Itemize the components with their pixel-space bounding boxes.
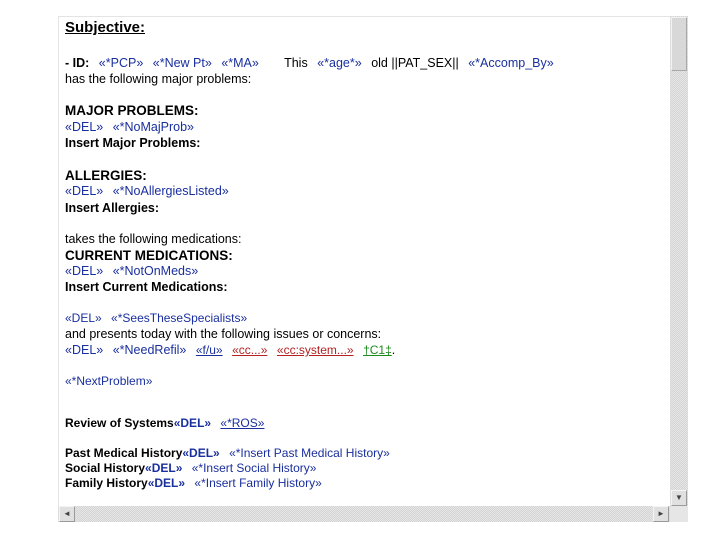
vertical-scrollbar[interactable]: ▼	[670, 16, 688, 506]
id-line: - ID: «*PCP» «*New Pt» «*MA» This «*age*…	[65, 56, 554, 71]
insert-allergies: Insert Allergies:	[65, 201, 160, 215]
fh-del-field[interactable]: «DEL»	[148, 476, 185, 490]
this-text: This	[284, 56, 308, 70]
horizontal-scrollbar[interactable]: ◄ ►	[58, 506, 670, 522]
not-on-meds-field[interactable]: «*NotOnMeds»	[113, 264, 198, 278]
social-history-label: Social History	[65, 461, 146, 475]
need-refil-field[interactable]: «*NeedRefil»	[113, 343, 187, 357]
arrow-left-icon: ◄	[63, 509, 71, 518]
specialists-del-field[interactable]: «DEL»	[65, 311, 102, 325]
scroll-right-button[interactable]: ►	[653, 506, 669, 522]
cc-system-field[interactable]: «cc:system...»	[277, 343, 354, 357]
medications-del-field[interactable]: «DEL»	[65, 264, 103, 278]
cc-field[interactable]: «cc...»	[232, 343, 267, 357]
major-problems-heading: MAJOR PROBLEMS:	[65, 103, 199, 118]
specialists-fields: «DEL» «*SeesTheseSpecialists»	[65, 311, 247, 326]
refill-trailing: .	[391, 343, 396, 357]
c1-field[interactable]: †C1‡	[363, 343, 392, 357]
scroll-down-button[interactable]: ▼	[671, 490, 687, 506]
insert-family-history-field[interactable]: «*Insert Family History»	[194, 476, 321, 490]
allergies-fields: «DEL» «*NoAllergiesListed»	[65, 184, 229, 199]
insert-current-medications: Insert Current Medications:	[65, 280, 228, 294]
medications-intro: takes the following medications:	[65, 232, 242, 246]
id-prefix: - ID:	[65, 56, 90, 70]
scroll-left-button[interactable]: ◄	[59, 506, 75, 522]
issues-intro: and presents today with the following is…	[65, 327, 382, 341]
pmh-del-field[interactable]: «DEL»	[182, 446, 219, 460]
scrollbar-corner	[670, 506, 688, 522]
arrow-right-icon: ►	[657, 509, 665, 518]
refill-del-field[interactable]: «DEL»	[65, 343, 103, 357]
current-medications-heading: CURRENT MEDICATIONS:	[65, 248, 233, 263]
new-pt-field[interactable]: «*New Pt»	[153, 56, 212, 70]
insert-past-medical-history-field[interactable]: «*Insert Past Medical History»	[229, 446, 390, 460]
vertical-scroll-thumb[interactable]	[671, 17, 687, 71]
current-medications-fields: «DEL» «*NotOnMeds»	[65, 264, 198, 279]
family-history-label: Family History	[65, 476, 148, 490]
review-of-systems-line: Review of Systems«DEL» «*ROS»	[65, 416, 264, 431]
ros-del-field[interactable]: «DEL»	[174, 416, 211, 430]
arrow-down-icon: ▼	[675, 493, 683, 502]
ros-field[interactable]: «*ROS»	[220, 416, 264, 430]
major-problems-fields: «DEL» «*NoMajProb»	[65, 120, 194, 135]
allergies-heading: ALLERGIES:	[65, 168, 147, 183]
sh-del-field[interactable]: «DEL»	[145, 461, 182, 475]
age-field[interactable]: «*age*»	[317, 56, 362, 70]
pcp-field[interactable]: «*PCP»	[99, 56, 143, 70]
old-sex-text: old ||PAT_SEX||	[371, 56, 459, 70]
next-problem-field[interactable]: «*NextProblem»	[65, 374, 152, 389]
document-editor[interactable]: Subjective: - ID: «*PCP» «*New Pt» «*MA»…	[58, 16, 671, 507]
insert-major-problems: Insert Major Problems:	[65, 136, 201, 150]
subjective-heading: Subjective:	[65, 19, 146, 36]
ma-field[interactable]: «*MA»	[221, 56, 259, 70]
no-maj-prob-field[interactable]: «*NoMajProb»	[113, 120, 194, 134]
sees-these-specialists-field[interactable]: «*SeesTheseSpecialists»	[111, 311, 247, 325]
accomp-by-field[interactable]: «*Accomp_By»	[468, 56, 553, 70]
fu-field[interactable]: «f/u»	[196, 343, 223, 357]
family-history-line: Family History«DEL» «*Insert Family Hist…	[65, 476, 322, 491]
allergies-del-field[interactable]: «DEL»	[65, 184, 103, 198]
refill-fields: «DEL» «*NeedRefil» «f/u» «cc...» «cc:sys…	[65, 343, 395, 358]
past-medical-history-line: Past Medical History«DEL» «*Insert Past …	[65, 446, 390, 461]
no-allergies-listed-field[interactable]: «*NoAllergiesListed»	[113, 184, 229, 198]
major-problems-del-field[interactable]: «DEL»	[65, 120, 103, 134]
past-medical-history-label: Past Medical History	[65, 446, 183, 460]
review-of-systems-label: Review of Systems	[65, 416, 174, 430]
major-problems-intro: has the following major problems:	[65, 72, 252, 86]
social-history-line: Social History«DEL» «*Insert Social Hist…	[65, 461, 316, 476]
insert-social-history-field[interactable]: «*Insert Social History»	[192, 461, 317, 475]
